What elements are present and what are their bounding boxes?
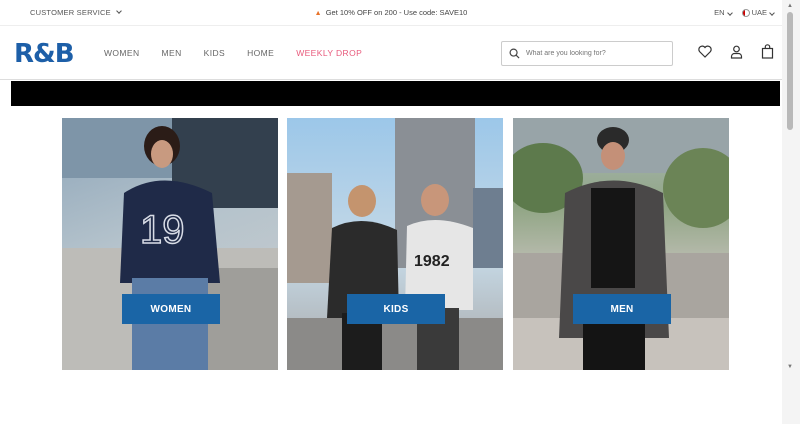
language-selector[interactable]: EN	[714, 8, 733, 17]
men-model-image	[513, 118, 729, 370]
language-label: EN	[714, 8, 725, 17]
promo-banner: ▲ Get 10% OFF on 200 - Use code: SAVE10	[0, 8, 782, 17]
user-icon[interactable]	[730, 45, 743, 59]
category-card-men[interactable]: MEN	[513, 118, 729, 370]
scroll-down-icon[interactable]: ▼	[787, 364, 793, 370]
announcement-bar	[11, 81, 780, 106]
scrollbar-thumb[interactable]	[787, 12, 793, 130]
nav-home[interactable]: HOME	[247, 48, 274, 58]
kids-models-image: 1982	[287, 118, 503, 370]
top-bar: CUSTOMER SERVICE ▲ Get 10% OFF on 200 - …	[0, 0, 782, 26]
nav-women[interactable]: WOMEN	[104, 48, 140, 58]
fire-icon: ▲	[314, 10, 322, 17]
category-card-kids[interactable]: 1982 KIDS	[287, 118, 503, 370]
scrollbar[interactable]: ▲ ▼	[782, 0, 800, 424]
svg-text:19: 19	[140, 208, 185, 252]
women-model-image: 19	[62, 118, 278, 370]
kids-button[interactable]: KIDS	[347, 294, 445, 324]
country-label: UAE	[751, 8, 767, 17]
scroll-up-icon[interactable]: ▲	[787, 3, 793, 9]
shopping-bag-icon[interactable]	[761, 44, 774, 59]
chevron-down-icon	[726, 10, 733, 16]
header: R&B WOMEN MEN KIDS HOME WEEKLY DROP	[0, 27, 782, 80]
search-input[interactable]	[526, 50, 656, 57]
category-card-women[interactable]: 19 WOMEN	[62, 118, 278, 370]
country-selector[interactable]: UAE	[741, 8, 775, 18]
nav-kids[interactable]: KIDS	[204, 48, 225, 58]
women-button[interactable]: WOMEN	[122, 294, 220, 324]
search-box[interactable]	[501, 41, 673, 66]
heart-icon[interactable]	[698, 45, 712, 58]
svg-text:1982: 1982	[414, 253, 450, 270]
main-nav: WOMEN MEN KIDS HOME WEEKLY DROP	[104, 48, 384, 58]
flag-icon	[741, 9, 750, 18]
nav-weekly-drop[interactable]: WEEKLY DROP	[296, 48, 362, 58]
chevron-down-icon	[769, 10, 775, 16]
promo-text: Get 10% OFF on 200 - Use code: SAVE10	[325, 8, 468, 17]
search-icon	[509, 48, 520, 59]
logo[interactable]: R&B	[14, 39, 75, 69]
nav-men[interactable]: MEN	[162, 48, 182, 58]
men-button[interactable]: MEN	[573, 294, 671, 324]
